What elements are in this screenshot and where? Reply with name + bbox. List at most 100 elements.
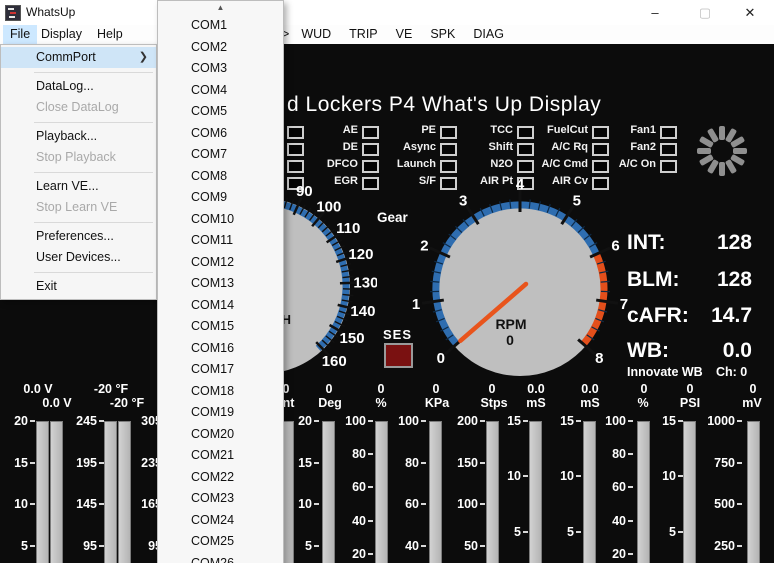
- wideband-channel-label: Ch: 0: [716, 365, 747, 379]
- menu-item-stop-playback[interactable]: Stop Playback: [1, 147, 156, 168]
- meter-scale-tps: 60: [332, 480, 366, 494]
- svg-text:110: 110: [336, 220, 360, 237]
- com-menu-item-com25[interactable]: COM25: [158, 531, 283, 553]
- app-icon: [5, 5, 21, 21]
- meter-value-map: 0: [433, 382, 440, 396]
- com-menu-item-com6[interactable]: COM6: [158, 123, 283, 145]
- menu-separator: [1, 68, 156, 76]
- com-menu-item-com9[interactable]: COM9: [158, 187, 283, 209]
- meter-scale-iac: 150: [444, 456, 478, 470]
- com-menu-item-com2[interactable]: COM2: [158, 37, 283, 59]
- meter-scale-dc: 20: [592, 547, 626, 561]
- com-menu-item-com1[interactable]: COM1: [158, 15, 283, 37]
- menubar-item-wud[interactable]: WUD: [292, 25, 340, 44]
- meter-unit-map: KPa: [425, 396, 449, 410]
- maximize-button[interactable]: ▢: [688, 0, 722, 25]
- meter-scale-tps: 100: [332, 414, 366, 428]
- com-menu-item-com3[interactable]: COM3: [158, 58, 283, 80]
- menu-item-learn-ve-[interactable]: Learn VE...: [1, 176, 156, 197]
- com-menu-item-com13[interactable]: COM13: [158, 273, 283, 295]
- menu-item-datalog-[interactable]: DataLog...: [1, 76, 156, 97]
- meter-scale-tick: [314, 420, 319, 422]
- com-menu-item-com26[interactable]: COM26: [158, 553, 283, 563]
- com-menu-item-com17[interactable]: COM17: [158, 359, 283, 381]
- com-menu-item-com21[interactable]: COM21: [158, 445, 283, 467]
- meter-scale-tick: [368, 453, 373, 455]
- meter-scale-dc: 100: [592, 414, 626, 428]
- meter-scale-tick: [576, 475, 581, 477]
- meter-scale-tick: [737, 503, 742, 505]
- svg-text:3: 3: [459, 193, 467, 210]
- meter-scale-map: 100: [385, 414, 419, 428]
- menu-item-close-datalog[interactable]: Close DataLog: [1, 97, 156, 118]
- meter-scale-ign: 15: [0, 456, 28, 470]
- menu-item-user-devices-[interactable]: User Devices...: [1, 247, 156, 268]
- meter-bar-dc: [637, 421, 650, 563]
- com-menu-item-com14[interactable]: COM14: [158, 295, 283, 317]
- meter-scale-tick: [30, 462, 35, 464]
- meter-bar-map: [429, 421, 442, 563]
- com-menu-item-com22[interactable]: COM22: [158, 467, 283, 489]
- menubar-item-file[interactable]: File: [3, 25, 37, 44]
- flag-label-fuelcut: FuelCut: [547, 124, 588, 136]
- menu-item-preferences-[interactable]: Preferences...: [1, 226, 156, 247]
- meter-scale-bst: 5: [642, 525, 676, 539]
- menu-separator: [1, 218, 156, 226]
- menubar-item-trip[interactable]: TRIP: [340, 25, 386, 44]
- com-menu-item-com11[interactable]: COM11: [158, 230, 283, 252]
- meter-value-dc: 0: [641, 382, 648, 396]
- menubar-item-display[interactable]: Display: [34, 25, 89, 44]
- svg-text:2: 2: [420, 237, 428, 254]
- meter-scale-tick: [368, 420, 373, 422]
- meter-scale-tick: [30, 503, 35, 505]
- menu-item-playback-[interactable]: Playback...: [1, 126, 156, 147]
- com-menu-item-com7[interactable]: COM7: [158, 144, 283, 166]
- com-menu-item-com10[interactable]: COM10: [158, 209, 283, 231]
- meter-scale-tick: [480, 420, 485, 422]
- meter-scale-apw: 10: [540, 469, 574, 483]
- meter-scale-map: 60: [385, 497, 419, 511]
- com-menu-item-com15[interactable]: COM15: [158, 316, 283, 338]
- svg-text:120: 120: [348, 246, 373, 263]
- file-menu: CommPort❯ DataLog...Close DataLog Playback…: [0, 44, 157, 300]
- com-menu-item-com19[interactable]: COM19: [158, 402, 283, 424]
- com-menu-item-com18[interactable]: COM18: [158, 381, 283, 403]
- menubar-item-help[interactable]: Help: [90, 25, 130, 44]
- flag-light-ae: [362, 126, 379, 139]
- svg-text:130: 130: [353, 274, 377, 291]
- minimize-button[interactable]: –: [638, 0, 672, 25]
- menubar-item-ve[interactable]: VE: [387, 25, 422, 44]
- com-menu-item-com23[interactable]: COM23: [158, 488, 283, 510]
- meter-scale-tick: [628, 553, 633, 555]
- meter-scale-dc: 60: [592, 480, 626, 494]
- meter-scale-o2: 750: [701, 456, 735, 470]
- menubar-item-spk[interactable]: SPK: [421, 25, 464, 44]
- com-menu-item-com16[interactable]: COM16: [158, 338, 283, 360]
- meter-value2-cts: -20 °F: [110, 396, 144, 410]
- meter-bar-spw: [529, 421, 542, 563]
- meter-scale-tick: [737, 420, 742, 422]
- display-title: d Lockers P4 What's Up Display: [287, 93, 601, 117]
- menu-item-exit[interactable]: Exit: [1, 276, 156, 297]
- meter-scale-tick: [628, 420, 633, 422]
- svg-text:4: 4: [516, 176, 525, 193]
- close-button[interactable]: ✕: [733, 0, 767, 25]
- meter-value-spw: 0.0: [527, 382, 544, 396]
- meter-scale-o2: 500: [701, 497, 735, 511]
- flag-label-fan2: Fan2: [630, 141, 656, 153]
- menu-item-commport[interactable]: CommPort❯: [1, 47, 156, 68]
- com-menu-item-com24[interactable]: COM24: [158, 510, 283, 532]
- meter-scale-cts: 195: [63, 456, 97, 470]
- menu-item-stop-learn-ve[interactable]: Stop Learn VE: [1, 197, 156, 218]
- meter-value-apw: 0.0: [581, 382, 598, 396]
- meter-scale-ign: 5: [0, 539, 28, 553]
- com-menu-item-com4[interactable]: COM4: [158, 80, 283, 102]
- meter-unit-apw: mS: [580, 396, 599, 410]
- com-menu-item-com12[interactable]: COM12: [158, 252, 283, 274]
- scroll-up-icon[interactable]: ▲: [158, 1, 283, 15]
- com-menu-item-com20[interactable]: COM20: [158, 424, 283, 446]
- com-menu-item-com5[interactable]: COM5: [158, 101, 283, 123]
- com-menu-item-com8[interactable]: COM8: [158, 166, 283, 188]
- meter-scale-spw: 10: [487, 469, 521, 483]
- menubar-item-diag[interactable]: DIAG: [464, 25, 513, 44]
